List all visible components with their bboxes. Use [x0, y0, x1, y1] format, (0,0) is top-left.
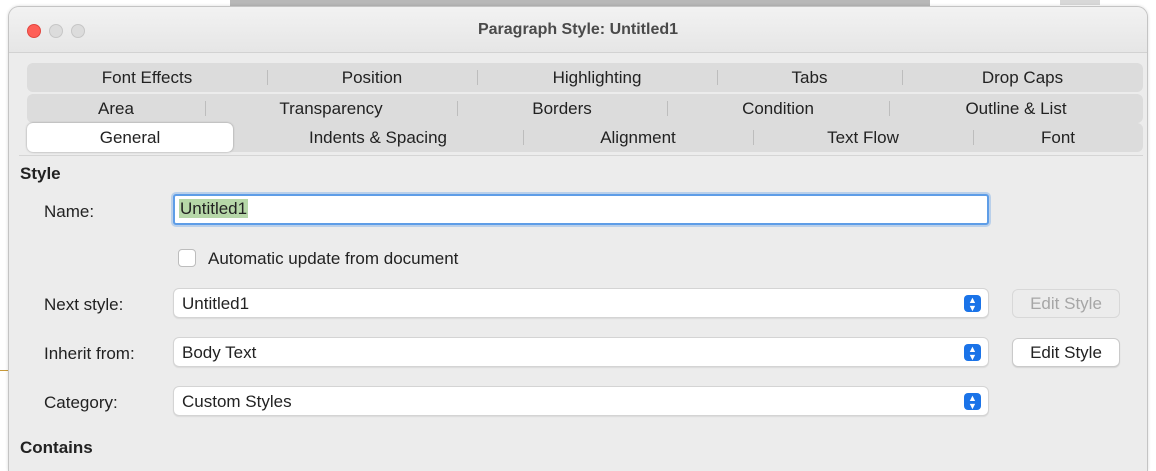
inherit-from-value: Body Text — [182, 343, 257, 362]
tab-borders[interactable]: Borders — [457, 94, 667, 123]
tab-condition[interactable]: Condition — [667, 94, 889, 123]
tab-text-flow[interactable]: Text Flow — [753, 123, 973, 152]
style-section-heading: Style — [20, 164, 61, 183]
category-value: Custom Styles — [182, 392, 292, 411]
tab-tabs[interactable]: Tabs — [717, 63, 902, 92]
chevron-up-down-icon: ▲ ▼ — [964, 344, 981, 362]
tab-position[interactable]: Position — [267, 63, 477, 92]
category-label: Category: — [44, 393, 118, 412]
automatic-update-checkbox[interactable] — [178, 249, 196, 267]
tab-row-2: Area Transparency Borders Condition Outl… — [27, 94, 1143, 123]
tab-highlighting[interactable]: Highlighting — [477, 63, 717, 92]
tab-outline-list[interactable]: Outline & List — [889, 94, 1143, 123]
category-select[interactable]: Custom Styles ▲ ▼ — [173, 386, 989, 416]
next-style-edit-button[interactable]: Edit Style — [1012, 289, 1120, 318]
background-window-edge — [1060, 0, 1100, 5]
chevron-up-down-icon: ▲ ▼ — [964, 393, 981, 411]
contains-section-heading: Contains — [20, 438, 93, 457]
tab-general[interactable]: General — [27, 123, 233, 152]
dialog-title: Paragraph Style: Untitled1 — [477, 21, 679, 38]
chevron-up-down-icon: ▲ ▼ — [964, 295, 981, 313]
background-mark — [0, 370, 8, 371]
tab-font[interactable]: Font — [973, 123, 1143, 152]
tab-row-3: General Indents & Spacing Alignment Text… — [27, 123, 1143, 152]
name-field-value: Untitled1 — [179, 199, 249, 218]
tab-font-effects[interactable]: Font Effects — [27, 63, 267, 92]
next-style-label: Next style: — [44, 295, 124, 314]
tab-indents-spacing[interactable]: Indents & Spacing — [233, 123, 523, 152]
inherit-from-label: Inherit from: — [44, 344, 135, 363]
inherit-from-select[interactable]: Body Text ▲ ▼ — [173, 337, 989, 367]
tab-transparency[interactable]: Transparency — [205, 94, 457, 123]
tab-drop-caps[interactable]: Drop Caps — [902, 63, 1143, 92]
name-label: Name: — [44, 202, 95, 221]
automatic-update-label[interactable]: Automatic update from document — [208, 249, 458, 269]
next-style-select[interactable]: Untitled1 ▲ ▼ — [173, 288, 989, 318]
tab-row-1: Font Effects Position Highlighting Tabs … — [27, 63, 1143, 92]
name-field[interactable]: Untitled1 — [173, 194, 989, 225]
inherit-from-edit-button[interactable]: Edit Style — [1012, 338, 1120, 367]
tab-area[interactable]: Area — [27, 94, 205, 123]
next-style-value: Untitled1 — [182, 294, 250, 313]
tab-alignment[interactable]: Alignment — [523, 123, 753, 152]
title-bar: Paragraph Style: Untitled1 — [9, 7, 1147, 53]
